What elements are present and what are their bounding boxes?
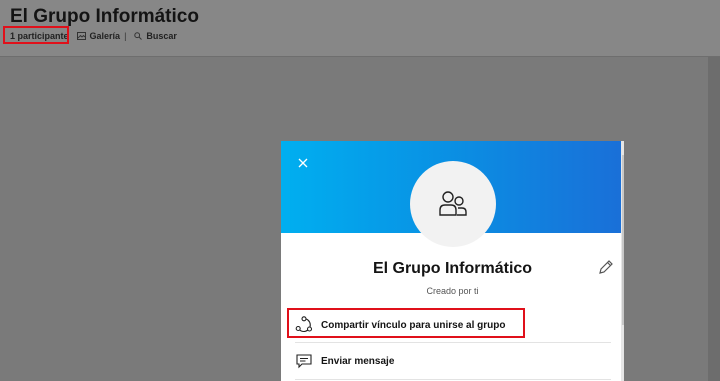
send-message-button[interactable]: Enviar mensaje [295,344,611,378]
chat-subbar: 1 participante Galería | Buscar [3,26,177,44]
scrollbar-thumb[interactable] [622,155,624,325]
chat-title: El Grupo Informático [10,6,199,27]
close-button[interactable] [295,155,311,171]
group-profile-panel: El Grupo Informático Creado por ti Compa… [281,141,624,381]
group-people-icon [439,191,467,216]
gallery-separator: | [124,31,127,41]
window-edge [708,57,720,381]
search-link[interactable]: Buscar [134,31,177,41]
message-icon [296,354,312,369]
send-message-label: Enviar mensaje [321,355,395,367]
gallery-label: Galería [89,31,121,41]
row-divider [295,342,611,343]
search-label: Buscar [146,31,177,41]
share-highlight-box [287,308,525,338]
gallery-link[interactable]: Galería | [76,31,127,41]
row-divider [295,379,611,380]
pencil-icon [599,260,613,274]
chat-header: El Grupo Informático 1 participante Gale… [0,0,720,57]
participants-highlight-box [3,26,69,44]
search-icon [134,32,143,40]
close-icon [298,158,308,168]
group-avatar[interactable] [410,161,496,247]
group-name: El Grupo Informático [372,260,533,277]
participants-link[interactable]: 1 participante [3,26,69,44]
gallery-icon [76,32,86,40]
edit-name-button[interactable] [597,258,615,276]
created-by-text: Creado por ti [426,286,479,296]
